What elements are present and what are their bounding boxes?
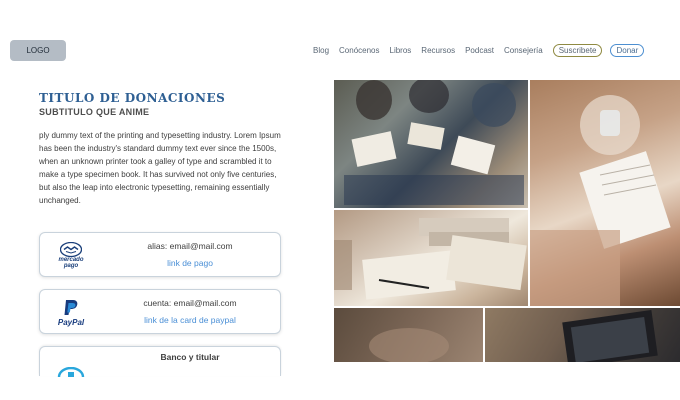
nav-item-recursos[interactable]: Recursos <box>421 46 455 55</box>
paypal-wordmark: PayPal <box>57 317 85 327</box>
paypal-card: PayPal cuenta: email@mail.com link de la… <box>39 289 281 334</box>
bank-card: Banco y titular <box>39 346 281 377</box>
bank-logo <box>52 353 90 377</box>
paypal-icon <box>64 299 78 315</box>
donate-button[interactable]: Donar <box>610 44 645 57</box>
photo-study-group <box>334 80 528 208</box>
bank-icon <box>57 367 85 377</box>
intro-paragraph: ply dummy text of the printing and types… <box>39 131 281 205</box>
page-title: TITULO DE DONACIONES <box>39 91 226 105</box>
photo-books <box>334 210 528 306</box>
paypal-logo: PayPal <box>52 296 90 329</box>
photo-hands <box>334 308 483 362</box>
mercado-pago-icon <box>60 242 82 257</box>
nav-item-consejeria[interactable]: Consejería <box>504 46 543 55</box>
mercado-pago-alias: alias: email@mail.com <box>147 241 233 251</box>
mercado-pago-card: mercado pago alias: email@mail.com link … <box>39 232 281 277</box>
mercado-pago-link[interactable]: link de pago <box>106 258 274 268</box>
page-subtitle: SUBTITULO QUE ANIME <box>39 107 150 117</box>
nav-item-podcast[interactable]: Podcast <box>465 46 494 55</box>
photo-writing-notes <box>530 80 680 306</box>
bank-title: Banco y titular <box>160 352 220 362</box>
logo[interactable]: LOGO <box>10 40 66 61</box>
nav-item-libros[interactable]: Libros <box>390 46 412 55</box>
subscribe-button[interactable]: Suscribete <box>552 44 603 57</box>
nav-item-blog[interactable]: Blog <box>313 46 329 55</box>
mercado-pago-logo: mercado pago <box>52 239 90 272</box>
main-nav: Blog Conócenos Libros Recursos Podcast C… <box>313 44 645 57</box>
paypal-account: cuenta: email@mail.com <box>143 298 237 308</box>
nav-item-conocenos[interactable]: Conócenos <box>339 46 379 55</box>
mercado-pago-wordmark: mercado pago <box>58 257 84 269</box>
photo-laptop <box>485 308 680 362</box>
paypal-link[interactable]: link de la card de paypal <box>106 315 274 325</box>
